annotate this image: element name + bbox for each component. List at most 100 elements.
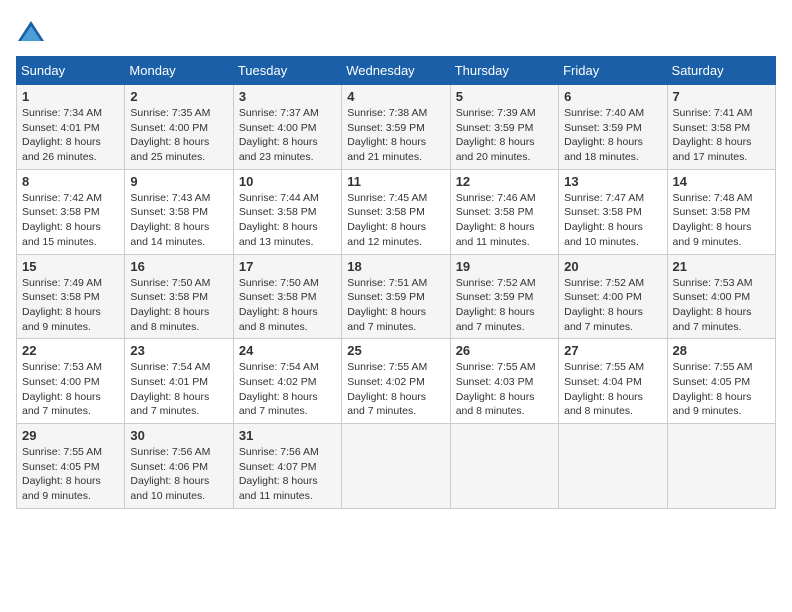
sunset-label: Sunset: 3:58 PM [130, 206, 208, 218]
sunset-label: Sunset: 4:04 PM [564, 376, 642, 388]
sunset-label: Sunset: 3:58 PM [22, 206, 100, 218]
sunrise-label: Sunrise: 7:41 AM [673, 107, 753, 119]
day-info: Sunrise: 7:56 AM Sunset: 4:06 PM Dayligh… [130, 445, 227, 504]
day-info: Sunrise: 7:50 AM Sunset: 3:58 PM Dayligh… [239, 276, 336, 335]
calendar-cell: 17 Sunrise: 7:50 AM Sunset: 3:58 PM Dayl… [233, 254, 341, 339]
day-info: Sunrise: 7:42 AM Sunset: 3:58 PM Dayligh… [22, 191, 119, 250]
sunset-label: Sunset: 3:58 PM [564, 206, 642, 218]
day-number: 16 [130, 259, 227, 274]
day-number: 26 [456, 343, 553, 358]
sunrise-label: Sunrise: 7:51 AM [347, 277, 427, 289]
day-info: Sunrise: 7:47 AM Sunset: 3:58 PM Dayligh… [564, 191, 661, 250]
sunrise-label: Sunrise: 7:56 AM [239, 446, 319, 458]
sunrise-label: Sunrise: 7:50 AM [239, 277, 319, 289]
sunrise-label: Sunrise: 7:48 AM [673, 192, 753, 204]
calendar-cell: 31 Sunrise: 7:56 AM Sunset: 4:07 PM Dayl… [233, 424, 341, 509]
calendar-cell: 18 Sunrise: 7:51 AM Sunset: 3:59 PM Dayl… [342, 254, 450, 339]
calendar-cell: 11 Sunrise: 7:45 AM Sunset: 3:58 PM Dayl… [342, 169, 450, 254]
daylight-label: Daylight: 8 hours and 12 minutes. [347, 221, 426, 248]
day-number: 6 [564, 89, 661, 104]
sunset-label: Sunset: 3:59 PM [456, 291, 534, 303]
day-number: 19 [456, 259, 553, 274]
calendar-cell: 4 Sunrise: 7:38 AM Sunset: 3:59 PM Dayli… [342, 85, 450, 170]
calendar-cell: 2 Sunrise: 7:35 AM Sunset: 4:00 PM Dayli… [125, 85, 233, 170]
daylight-label: Daylight: 8 hours and 8 minutes. [564, 391, 643, 418]
sunrise-label: Sunrise: 7:53 AM [22, 361, 102, 373]
day-number: 14 [673, 174, 770, 189]
sunrise-label: Sunrise: 7:55 AM [22, 446, 102, 458]
logo-icon [16, 16, 46, 46]
sunrise-label: Sunrise: 7:55 AM [564, 361, 644, 373]
day-number: 7 [673, 89, 770, 104]
sunset-label: Sunset: 4:05 PM [22, 461, 100, 473]
sunset-label: Sunset: 4:00 PM [239, 122, 317, 134]
day-info: Sunrise: 7:55 AM Sunset: 4:05 PM Dayligh… [673, 360, 770, 419]
calendar-cell: 27 Sunrise: 7:55 AM Sunset: 4:04 PM Dayl… [559, 339, 667, 424]
day-number: 27 [564, 343, 661, 358]
daylight-label: Daylight: 8 hours and 7 minutes. [22, 391, 101, 418]
sunset-label: Sunset: 4:02 PM [347, 376, 425, 388]
day-number: 4 [347, 89, 444, 104]
sunrise-label: Sunrise: 7:47 AM [564, 192, 644, 204]
calendar-cell: 20 Sunrise: 7:52 AM Sunset: 4:00 PM Dayl… [559, 254, 667, 339]
sunrise-label: Sunrise: 7:53 AM [673, 277, 753, 289]
day-number: 18 [347, 259, 444, 274]
day-info: Sunrise: 7:49 AM Sunset: 3:58 PM Dayligh… [22, 276, 119, 335]
day-info: Sunrise: 7:40 AM Sunset: 3:59 PM Dayligh… [564, 106, 661, 165]
daylight-label: Daylight: 8 hours and 7 minutes. [456, 306, 535, 333]
day-number: 30 [130, 428, 227, 443]
sunrise-label: Sunrise: 7:43 AM [130, 192, 210, 204]
day-info: Sunrise: 7:52 AM Sunset: 3:59 PM Dayligh… [456, 276, 553, 335]
calendar-cell: 10 Sunrise: 7:44 AM Sunset: 3:58 PM Dayl… [233, 169, 341, 254]
calendar-cell: 9 Sunrise: 7:43 AM Sunset: 3:58 PM Dayli… [125, 169, 233, 254]
sunrise-label: Sunrise: 7:39 AM [456, 107, 536, 119]
sunset-label: Sunset: 3:58 PM [239, 291, 317, 303]
day-number: 8 [22, 174, 119, 189]
calendar-cell: 15 Sunrise: 7:49 AM Sunset: 3:58 PM Dayl… [17, 254, 125, 339]
sunset-label: Sunset: 3:58 PM [130, 291, 208, 303]
sunset-label: Sunset: 3:58 PM [239, 206, 317, 218]
daylight-label: Daylight: 8 hours and 8 minutes. [456, 391, 535, 418]
sunrise-label: Sunrise: 7:54 AM [239, 361, 319, 373]
day-info: Sunrise: 7:43 AM Sunset: 3:58 PM Dayligh… [130, 191, 227, 250]
day-of-week-header: Sunday [17, 57, 125, 85]
sunrise-label: Sunrise: 7:54 AM [130, 361, 210, 373]
sunrise-label: Sunrise: 7:55 AM [456, 361, 536, 373]
calendar-cell: 22 Sunrise: 7:53 AM Sunset: 4:00 PM Dayl… [17, 339, 125, 424]
day-number: 23 [130, 343, 227, 358]
sunrise-label: Sunrise: 7:46 AM [456, 192, 536, 204]
sunset-label: Sunset: 4:02 PM [239, 376, 317, 388]
sunrise-label: Sunrise: 7:44 AM [239, 192, 319, 204]
calendar-cell: 13 Sunrise: 7:47 AM Sunset: 3:58 PM Dayl… [559, 169, 667, 254]
daylight-label: Daylight: 8 hours and 8 minutes. [130, 306, 209, 333]
sunset-label: Sunset: 3:58 PM [673, 206, 751, 218]
daylight-label: Daylight: 8 hours and 7 minutes. [347, 306, 426, 333]
day-number: 2 [130, 89, 227, 104]
day-of-week-header: Saturday [667, 57, 775, 85]
daylight-label: Daylight: 8 hours and 7 minutes. [673, 306, 752, 333]
day-info: Sunrise: 7:53 AM Sunset: 4:00 PM Dayligh… [22, 360, 119, 419]
day-info: Sunrise: 7:38 AM Sunset: 3:59 PM Dayligh… [347, 106, 444, 165]
calendar-table: SundayMondayTuesdayWednesdayThursdayFrid… [16, 56, 776, 509]
calendar-cell: 24 Sunrise: 7:54 AM Sunset: 4:02 PM Dayl… [233, 339, 341, 424]
sunset-label: Sunset: 3:58 PM [347, 206, 425, 218]
daylight-label: Daylight: 8 hours and 7 minutes. [564, 306, 643, 333]
daylight-label: Daylight: 8 hours and 18 minutes. [564, 136, 643, 163]
calendar-cell: 8 Sunrise: 7:42 AM Sunset: 3:58 PM Dayli… [17, 169, 125, 254]
daylight-label: Daylight: 8 hours and 11 minutes. [456, 221, 535, 248]
sunset-label: Sunset: 3:58 PM [456, 206, 534, 218]
daylight-label: Daylight: 8 hours and 9 minutes. [673, 391, 752, 418]
daylight-label: Daylight: 8 hours and 9 minutes. [673, 221, 752, 248]
day-info: Sunrise: 7:46 AM Sunset: 3:58 PM Dayligh… [456, 191, 553, 250]
sunset-label: Sunset: 3:59 PM [347, 122, 425, 134]
daylight-label: Daylight: 8 hours and 9 minutes. [22, 475, 101, 502]
calendar-cell: 12 Sunrise: 7:46 AM Sunset: 3:58 PM Dayl… [450, 169, 558, 254]
calendar-cell [450, 424, 558, 509]
calendar-cell: 25 Sunrise: 7:55 AM Sunset: 4:02 PM Dayl… [342, 339, 450, 424]
sunset-label: Sunset: 4:07 PM [239, 461, 317, 473]
day-info: Sunrise: 7:34 AM Sunset: 4:01 PM Dayligh… [22, 106, 119, 165]
calendar-cell [559, 424, 667, 509]
calendar-cell: 6 Sunrise: 7:40 AM Sunset: 3:59 PM Dayli… [559, 85, 667, 170]
logo [16, 16, 50, 46]
day-number: 9 [130, 174, 227, 189]
